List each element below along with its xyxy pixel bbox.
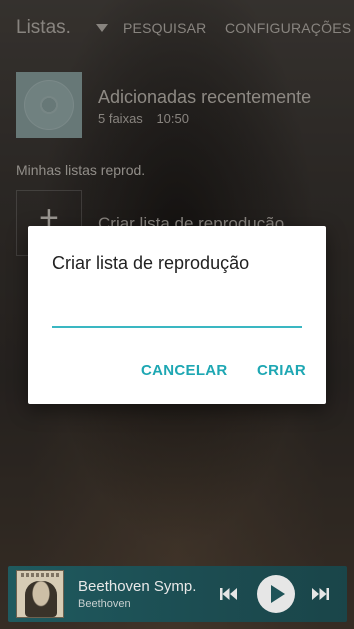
- previous-icon[interactable]: [220, 587, 238, 601]
- album-cover: [16, 570, 64, 618]
- now-playing-title: Beethoven Symp.: [78, 578, 197, 595]
- create-button[interactable]: CRIAR: [257, 362, 306, 379]
- portrait-image: [25, 581, 57, 617]
- dialog-title: Criar lista de reprodução: [52, 253, 250, 273]
- cover-lettering: [21, 573, 61, 577]
- play-icon: [271, 585, 285, 603]
- playlist-name-input[interactable]: [52, 304, 302, 328]
- mini-player[interactable]: Beethoven Symp. Beethoven: [8, 566, 347, 622]
- play-button[interactable]: [257, 575, 295, 613]
- create-playlist-dialog: Criar lista de reprodução CANCELAR CRIAR: [28, 226, 326, 404]
- next-icon[interactable]: [311, 587, 329, 601]
- now-playing-artist: Beethoven: [78, 598, 131, 610]
- cancel-button[interactable]: CANCELAR: [141, 362, 228, 379]
